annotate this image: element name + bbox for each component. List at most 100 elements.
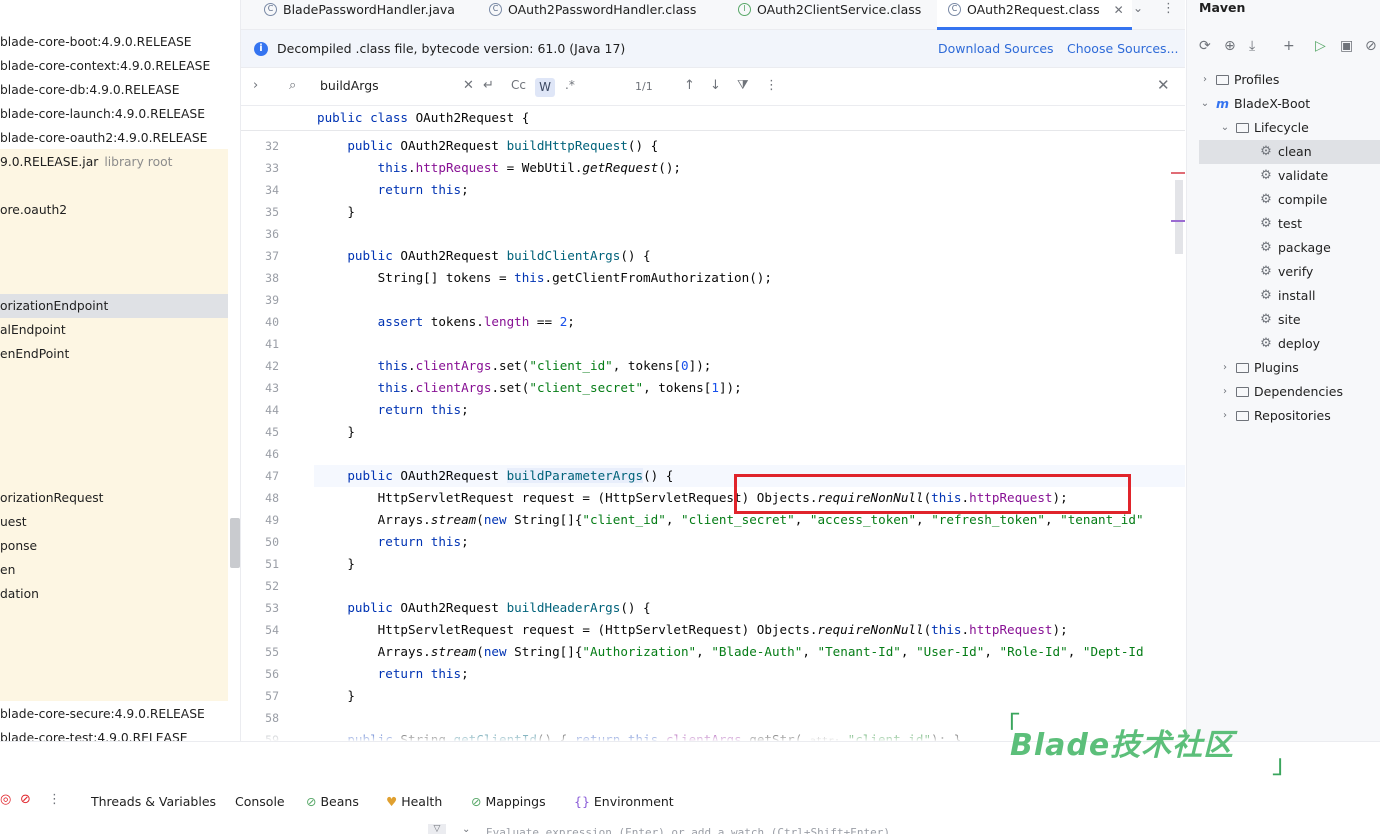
tree-item[interactable]: alEndpoint [0, 318, 66, 342]
plus-icon[interactable]: + [1283, 38, 1295, 54]
clear-icon[interactable]: ✕ [463, 78, 474, 93]
maven-goal-site[interactable]: ⚙ site [1199, 308, 1380, 332]
maven-dependencies[interactable]: › Dependencies [1219, 380, 1343, 404]
line-number: 46 [265, 447, 279, 461]
chevron-down-icon[interactable]: ⌄ [1133, 1, 1143, 15]
tree-item[interactable]: 9.0.RELEASE.jar library root [0, 150, 172, 174]
line-number: 39 [265, 293, 279, 307]
arrow-up-icon[interactable]: ↑ [684, 78, 695, 93]
maven-goal-package[interactable]: ⚙ package [1199, 236, 1380, 260]
tree-item[interactable]: ponse [0, 534, 37, 558]
tree-item[interactable]: ore.oauth2 [0, 198, 67, 222]
stop-icon[interactable]: ◎ [0, 792, 11, 807]
tab-health[interactable]: ♥ Health [386, 794, 442, 809]
code-line: return this; [377, 534, 469, 549]
line-number: 42 [265, 359, 279, 373]
line-number: 36 [265, 227, 279, 241]
line-number: 45 [265, 425, 279, 439]
tab-threads-variables[interactable]: Threads & Variables [91, 794, 216, 809]
maven-profiles[interactable]: › Profiles [1199, 68, 1279, 92]
line-number: 43 [265, 381, 279, 395]
close-search-icon[interactable]: ✕ [1157, 76, 1170, 94]
code-line: this.clientArgs.set("client_id", tokens[… [377, 358, 712, 373]
tab-oauth2-request[interactable]: C OAuth2Request.class ✕ [937, 0, 1132, 30]
close-icon[interactable]: ✕ [1114, 1, 1124, 19]
download-sources-link[interactable]: Download Sources [938, 41, 1054, 56]
search-input[interactable]: buildArgs [320, 78, 379, 93]
maven-project[interactable]: ⌄ m BladeX-Boot [1199, 92, 1310, 116]
maven-goal-install[interactable]: ⚙ install [1199, 284, 1380, 308]
filter-icon[interactable]: ⧩ [737, 78, 749, 93]
tree-item[interactable]: blade-core-launch:4.9.0.RELEASE [0, 102, 205, 126]
tree-item[interactable]: dation [0, 582, 39, 606]
more-icon[interactable]: ⋮ [48, 792, 61, 807]
tree-item[interactable]: en [0, 558, 15, 582]
tab-mappings[interactable]: ⊘ Mappings [471, 794, 546, 809]
maven-repositories[interactable]: › Repositories [1219, 404, 1331, 428]
code-line: return this; [377, 666, 469, 681]
project-tree: blade-core-boot:4.9.0.RELEASE blade-core… [0, 0, 241, 741]
maven-goal-test[interactable]: ⚙ test [1199, 212, 1380, 236]
interface-icon: I [738, 3, 751, 16]
reload-icon[interactable]: ⟳ [1199, 38, 1211, 54]
whole-words-button[interactable]: W [535, 78, 555, 97]
tab-oauth2-client-service[interactable]: I OAuth2ClientService.class [738, 0, 921, 30]
toggle-offline-icon[interactable]: ▣ [1340, 38, 1353, 54]
code-line: return this; [377, 182, 469, 197]
maven-goal-validate[interactable]: ⚙ validate [1199, 164, 1380, 188]
tree-item[interactable]: enEndPoint [0, 342, 69, 366]
regex-button[interactable]: .* [565, 78, 575, 92]
line-number: 58 [265, 711, 279, 725]
mute-breakpoints-icon[interactable]: ⊘ [20, 792, 31, 807]
tree-item[interactable]: blade-core-secure:4.9.0.RELEASE [0, 702, 205, 726]
tree-item-selected[interactable]: orizationEndpoint [0, 294, 228, 318]
maven-goal-compile[interactable]: ⚙ compile [1199, 188, 1380, 212]
tree-item[interactable]: blade-core-oauth2:4.9.0.RELEASE [0, 126, 207, 150]
maven-plugins[interactable]: › Plugins [1219, 356, 1299, 380]
editor-scrollbar[interactable] [1175, 180, 1183, 254]
line-number: 52 [265, 579, 279, 593]
filter-icon[interactable]: ▽ [428, 824, 446, 834]
more-icon[interactable]: ⋮ [1162, 1, 1175, 16]
maven-goal-verify[interactable]: ⚙ verify [1199, 260, 1380, 284]
evaluate-expression-field[interactable]: Evaluate expression (Enter) or add a wat… [486, 826, 890, 834]
run-icon[interactable]: ▷ [1315, 38, 1326, 54]
choose-sources-link[interactable]: Choose Sources... [1067, 41, 1179, 56]
line-number: 57 [265, 689, 279, 703]
tree-item[interactable]: blade-core-db:4.9.0.RELEASE [0, 78, 180, 102]
code-line: this.clientArgs.set("client_secret", tok… [377, 380, 742, 395]
code-line: Arrays.stream(new String[]{"Authorizatio… [317, 644, 1144, 659]
tree-item[interactable]: uest [0, 510, 27, 534]
match-case-button[interactable]: Cc [511, 78, 526, 92]
code-editor[interactable]: 1832333435363738394041424344454647484950… [241, 106, 1185, 741]
tab-blade-password-handler[interactable]: C BladePasswordHandler.java [264, 0, 455, 30]
chevron-right-icon[interactable]: › [253, 78, 258, 93]
arrow-down-icon[interactable]: ↓ [710, 78, 721, 93]
sticky-class-line: public class OAuth2Request { [317, 110, 530, 125]
tab-beans[interactable]: ⊘ Beans [306, 794, 359, 809]
download-icon[interactable]: ⤓ [1249, 38, 1255, 54]
tree-scrollbar[interactable] [230, 518, 240, 568]
maven-goal-clean[interactable]: ⚙ clean [1199, 140, 1380, 164]
newline-icon[interactable]: ↵ [483, 78, 494, 93]
gear-icon: ⚙ [1260, 312, 1272, 327]
skip-tests-icon[interactable]: ⊘ [1365, 38, 1377, 54]
maven-goal-deploy[interactable]: ⚙ deploy [1199, 332, 1380, 356]
tree-item[interactable]: orizationRequest [0, 486, 104, 510]
add-maven-project-icon[interactable]: ⊕ [1224, 38, 1236, 54]
chevron-right-icon: › [1203, 74, 1207, 85]
line-number: 50 [265, 535, 279, 549]
tab-oauth2-password-handler[interactable]: C OAuth2PasswordHandler.class [489, 0, 696, 30]
watermark-logo: Blade技术社区 [1010, 728, 1235, 763]
tree-item[interactable]: blade-core-boot:4.9.0.RELEASE [0, 30, 192, 54]
maven-lifecycle[interactable]: ⌄ Lifecycle [1219, 116, 1309, 140]
gear-icon: ⚙ [1260, 144, 1272, 159]
tree-item[interactable]: blade-core-context:4.9.0.RELEASE [0, 54, 210, 78]
more-icon[interactable]: ⋮ [765, 78, 778, 93]
tab-console[interactable]: Console [235, 794, 285, 809]
code-line: } [317, 424, 355, 439]
collapse-icon[interactable]: ⌄ [462, 824, 470, 834]
tree-item[interactable]: blade-core-test:4.9.0.RELEASE [0, 726, 188, 741]
line-number: 38 [265, 271, 279, 285]
tab-environment[interactable]: {} Environment [574, 794, 674, 809]
